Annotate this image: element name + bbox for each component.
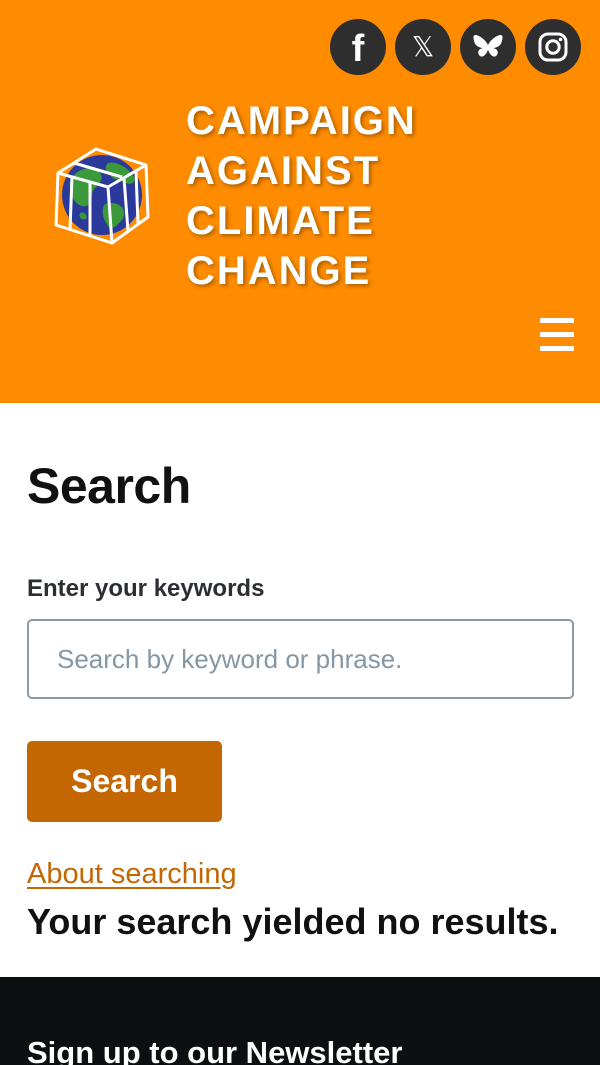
instagram-icon — [538, 32, 568, 62]
site-name-line: CLIMATE — [186, 199, 375, 243]
x-icon: 𝕏 — [411, 30, 435, 63]
facebook-link[interactable]: f — [330, 19, 386, 75]
keywords-label: Enter your keywords — [27, 575, 265, 602]
caged-globe-logo[interactable] — [50, 143, 154, 247]
hamburger-bar — [540, 318, 574, 323]
site-name[interactable]: CAMPAIGN AGAINST CLIMATE CHANGE — [186, 96, 566, 296]
x-link[interactable]: 𝕏 — [395, 19, 451, 75]
bluesky-link[interactable] — [460, 19, 516, 75]
facebook-icon: f — [351, 28, 365, 70]
search-button[interactable]: Search — [27, 741, 222, 822]
site-name-line: AGAINST — [186, 149, 380, 193]
social-links: f 𝕏 — [330, 19, 581, 75]
site-name-line: CAMPAIGN — [186, 99, 417, 143]
hamburger-bar — [540, 332, 574, 337]
site-name-line: CHANGE — [186, 249, 372, 293]
no-results-message: Your search yielded no results. — [27, 901, 559, 942]
hamburger-bar — [540, 346, 574, 351]
search-input[interactable] — [27, 619, 574, 699]
site-header: f 𝕏 CAMPAIGN AGAINST CLIMATE CHANGE — [0, 0, 600, 403]
instagram-link[interactable] — [525, 19, 581, 75]
hamburger-icon[interactable] — [540, 318, 574, 354]
bluesky-icon — [473, 34, 503, 57]
about-searching-link[interactable]: About searching — [27, 858, 237, 891]
newsletter-title: Sign up to our Newsletter — [27, 1035, 403, 1065]
site-footer: Sign up to our Newsletter — [0, 977, 600, 1065]
page-title: Search — [27, 458, 191, 514]
